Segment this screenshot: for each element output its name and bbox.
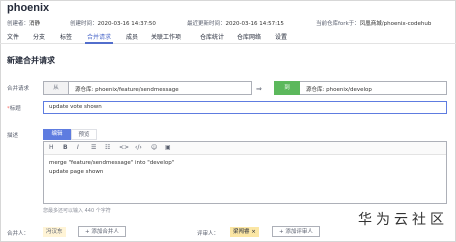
tab-settings[interactable]: 设置 [275, 32, 287, 41]
reviewer-label: 评审人： [197, 231, 220, 237]
target-branch-select[interactable]: 到 源仓库: phoenix/develop [274, 81, 447, 95]
italic-icon[interactable]: I [77, 144, 79, 151]
fork-label: 当前仓库fork于： [316, 21, 360, 27]
page-title: 新建合并请求 [7, 56, 55, 65]
tab-tags[interactable]: 标签 [60, 32, 72, 41]
target-branch-text: 源仓库: phoenix/develop [306, 87, 372, 93]
created-label: 创建时间： [70, 21, 98, 27]
numbered-list-icon[interactable]: ☷ [105, 144, 110, 151]
created-meta: 创建时间：2020-03-16 14:37:50 [70, 19, 156, 27]
inline-code-icon[interactable]: <> [119, 144, 129, 151]
to-tag: 到 [274, 81, 300, 95]
editor-toolbar: H B I ☰ ☷ <> ‹/› ☺ ▣ [44, 142, 446, 155]
tab-preview[interactable]: 预览 [71, 129, 97, 140]
tab-edit[interactable]: 编辑 [43, 129, 71, 140]
active-tab-indicator [85, 42, 113, 44]
description-editor[interactable]: H B I ☰ ☷ <> ‹/› ☺ ▣ merge "feature/send… [43, 141, 447, 204]
title-input[interactable]: update vote shown [43, 101, 447, 114]
tab-repo-network[interactable]: 仓库网络 [237, 32, 261, 41]
source-branch-text: 源仓库: phoenix/feature/sendmessage [75, 87, 179, 93]
assignee-label: 合并人： [7, 231, 30, 237]
watermark-text: 华为云社区 [358, 212, 448, 228]
repo-tabs: 文件 分支 标签 合并请求 成员 关联工作项 仓库统计 仓库网络 设置 [0, 31, 456, 44]
creator-value: 消静 [29, 21, 41, 27]
bullet-list-icon[interactable]: ☰ [91, 144, 96, 151]
reviewer-chip[interactable]: 梁闯睿 × [230, 227, 259, 237]
tab-merge-requests[interactable]: 合并请求 [87, 32, 111, 41]
updated-value: 2020-03-16 14:57:15 [225, 21, 284, 27]
description-label: 描述 [7, 133, 19, 139]
bold-icon[interactable]: B [63, 144, 68, 151]
char-count-hint: 您最多还可以输入 440 个字符 [43, 208, 111, 214]
heading-icon[interactable]: H [49, 144, 54, 151]
direction-arrow-icon: ⇒ [256, 85, 262, 93]
emoji-icon[interactable]: ☺ [151, 144, 157, 151]
creator-meta: 创建者：消静 [7, 19, 40, 27]
updated-meta: 最近更新时间：2020-03-16 14:57:15 [187, 19, 284, 27]
tab-branches[interactable]: 分支 [33, 32, 45, 41]
code-block-icon[interactable]: ‹/› [135, 144, 142, 151]
from-tag: 从 [43, 81, 69, 95]
creator-label: 创建者： [7, 21, 30, 27]
created-value: 2020-03-16 14:37:50 [97, 21, 156, 27]
assignee-chip[interactable]: 冯汉东 [43, 227, 66, 237]
add-reviewer-button[interactable]: + 添加评审人 [272, 226, 320, 237]
editor-line: update page shown [49, 169, 104, 175]
title-label-wrap: *标题 [7, 104, 21, 112]
title-label: 标题 [9, 106, 21, 112]
merge-request-label: 合并请求 [7, 86, 30, 92]
tab-members[interactable]: 成员 [126, 32, 138, 41]
fork-meta: 当前仓库fork于：凤凰商城/phoenix-codehub [316, 19, 431, 27]
source-branch-select[interactable]: 从 源仓库: phoenix/feature/sendmessage [43, 81, 252, 95]
tab-files[interactable]: 文件 [7, 32, 19, 41]
tab-linked-work-items[interactable]: 关联工作项 [151, 32, 181, 41]
updated-label: 最近更新时间： [187, 21, 226, 27]
image-icon[interactable]: ▣ [165, 144, 171, 151]
tab-repo-stats[interactable]: 仓库统计 [200, 32, 224, 41]
add-assignee-button[interactable]: + 添加合并人 [78, 226, 126, 237]
repo-title: phoenix [7, 2, 50, 14]
fork-source[interactable]: 凤凰商城/phoenix-codehub [360, 21, 432, 27]
editor-line: merge "feature/sendmessage" into "develo… [49, 160, 175, 166]
